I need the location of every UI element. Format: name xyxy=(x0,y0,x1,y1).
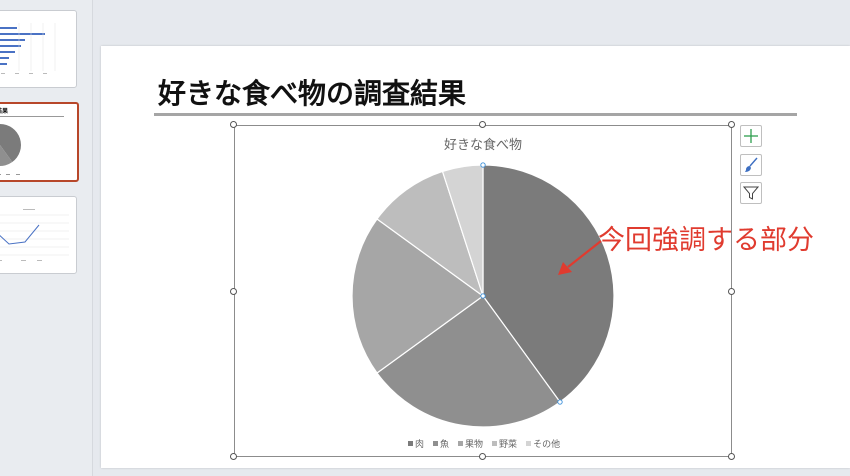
legend-item[interactable]: その他 xyxy=(526,437,560,450)
legend-item[interactable]: 魚 xyxy=(433,437,449,450)
resize-handle-bottom[interactable] xyxy=(479,453,486,460)
title-underline xyxy=(154,113,797,116)
legend-swatch xyxy=(492,441,498,446)
slide-thumbnail-3[interactable] xyxy=(0,196,77,274)
legend-label: 野菜 xyxy=(499,440,518,450)
brush-icon xyxy=(745,157,758,172)
chart-filters-button[interactable] xyxy=(740,182,762,204)
chart-elements-button[interactable] xyxy=(740,125,762,147)
slide-title[interactable]: 好きな食べ物の調査結果 xyxy=(158,72,466,112)
legend-swatch xyxy=(526,441,532,446)
resize-handle-bottom-right[interactable] xyxy=(728,453,735,460)
resize-handle-top[interactable] xyxy=(479,121,486,128)
legend-swatch xyxy=(408,441,413,446)
resize-handle-top-left[interactable] xyxy=(230,121,237,128)
slide-thumbnail-1[interactable] xyxy=(0,10,77,88)
slide-thumbnail-pane: 結果 xyxy=(0,0,92,476)
legend-item[interactable]: 果物 xyxy=(458,437,483,450)
resize-handle-top-right[interactable] xyxy=(728,121,735,128)
legend-swatch xyxy=(458,441,464,446)
legend-label: 肉 xyxy=(415,440,425,450)
legend-item[interactable]: 野菜 xyxy=(492,437,517,450)
slide-thumbnail-2[interactable]: 結果 xyxy=(0,102,79,182)
bar-chart-thumbnail-icon xyxy=(0,23,56,74)
annotation-text[interactable]: 今回強調する部分 xyxy=(598,218,814,257)
resize-handle-bottom-left[interactable] xyxy=(230,453,237,460)
chart-selection-frame[interactable] xyxy=(234,125,732,457)
line-chart-thumbnail-icon xyxy=(0,209,69,261)
filter-icon xyxy=(743,186,759,200)
resize-handle-left[interactable] xyxy=(230,288,237,295)
legend-item[interactable]: 肉 xyxy=(408,437,424,450)
legend-label: 果物 xyxy=(465,440,484,450)
thumbnail-rule xyxy=(0,116,64,117)
legend-swatch xyxy=(433,441,439,446)
legend-label: その他 xyxy=(533,440,561,450)
plus-icon xyxy=(744,129,758,143)
legend-label: 魚 xyxy=(440,440,450,450)
chart-title[interactable]: 好きな食べ物 xyxy=(444,134,522,153)
chart-legend[interactable]: 肉 魚 果物 野菜 その他 xyxy=(408,437,560,450)
chart-styles-button[interactable] xyxy=(740,154,762,176)
thumbnail-title: 結果 xyxy=(0,108,9,115)
resize-handle-right[interactable] xyxy=(728,288,735,295)
